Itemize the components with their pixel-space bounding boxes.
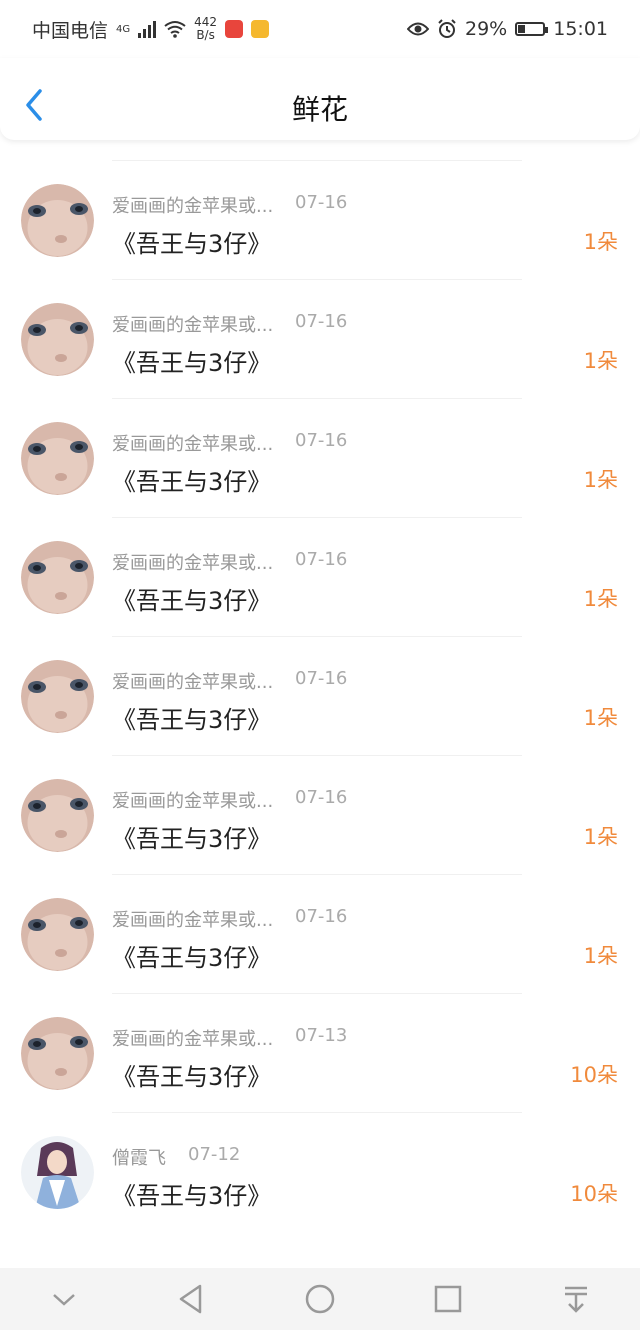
pull-down-icon[interactable] bbox=[559, 1282, 593, 1316]
row-divider bbox=[112, 279, 522, 280]
item-date: 07-16 bbox=[295, 311, 348, 332]
row-divider bbox=[112, 398, 522, 399]
avatar[interactable] bbox=[21, 184, 94, 257]
book-title: 《吾王与3仔》 bbox=[112, 944, 272, 972]
avatar[interactable] bbox=[21, 303, 94, 376]
item-date: 07-16 bbox=[295, 906, 348, 927]
list-item[interactable]: 爱画画的金苹果或... 07-16 《吾王与3仔》 1朵 bbox=[0, 160, 640, 279]
flower-count: 1朵 bbox=[583, 825, 618, 849]
system-nav-bar bbox=[0, 1268, 640, 1330]
signal-icon bbox=[138, 20, 157, 38]
flower-count: 1朵 bbox=[583, 349, 618, 373]
sender-name: 爱画画的金苹果或... bbox=[112, 672, 274, 693]
flower-count: 1朵 bbox=[583, 230, 618, 254]
sender-name: 爱画画的金苹果或... bbox=[112, 315, 274, 336]
sender-name: 爱画画的金苹果或... bbox=[112, 910, 274, 931]
sender-name: 爱画画的金苹果或... bbox=[112, 1029, 274, 1050]
avatar[interactable] bbox=[21, 1017, 94, 1090]
sender-name: 爱画画的金苹果或... bbox=[112, 196, 274, 217]
avatar[interactable] bbox=[21, 541, 94, 614]
item-date: 07-16 bbox=[295, 549, 348, 570]
avatar[interactable] bbox=[21, 898, 94, 971]
book-title: 《吾王与3仔》 bbox=[112, 1063, 272, 1091]
item-date: 07-16 bbox=[295, 430, 348, 451]
sender-name: 爱画画的金苹果或... bbox=[112, 434, 274, 455]
battery-icon bbox=[515, 22, 549, 36]
book-title: 《吾王与3仔》 bbox=[112, 706, 272, 734]
row-divider bbox=[112, 160, 522, 161]
book-title: 《吾王与3仔》 bbox=[112, 825, 272, 853]
sender-name: 爱画画的金苹果或... bbox=[112, 791, 274, 812]
row-divider bbox=[112, 993, 522, 994]
avatar[interactable] bbox=[21, 1136, 94, 1209]
book-title: 《吾王与3仔》 bbox=[112, 468, 272, 496]
sender-name: 爱画画的金苹果或... bbox=[112, 553, 274, 574]
row-divider bbox=[112, 755, 522, 756]
row-divider bbox=[112, 517, 522, 518]
speed-unit: B/s bbox=[196, 28, 215, 42]
flower-count: 1朵 bbox=[583, 706, 618, 730]
network-speed: 442 B/s bbox=[194, 16, 217, 42]
avatar[interactable] bbox=[21, 422, 94, 495]
list-item[interactable]: 爱画画的金苹果或... 07-13 《吾王与3仔》 10朵 bbox=[0, 993, 640, 1112]
battery-fill bbox=[518, 25, 526, 33]
app-notification-icon bbox=[225, 20, 244, 38]
flower-count: 1朵 bbox=[583, 587, 618, 611]
app-header: 鲜花 bbox=[0, 58, 640, 140]
battery-percent: 29% bbox=[465, 18, 508, 40]
network-type-label: 4G bbox=[116, 23, 131, 35]
item-date: 07-13 bbox=[295, 1025, 348, 1046]
flower-count: 10朵 bbox=[570, 1063, 618, 1087]
avatar[interactable] bbox=[21, 660, 94, 733]
flower-count: 10朵 bbox=[570, 1182, 618, 1206]
row-divider bbox=[112, 636, 522, 637]
item-date: 07-16 bbox=[295, 192, 348, 213]
alarm-icon bbox=[438, 19, 456, 38]
clock: 15:01 bbox=[553, 18, 608, 40]
mail-notification-icon bbox=[251, 20, 270, 38]
eye-icon bbox=[407, 22, 429, 36]
item-date: 07-12 bbox=[188, 1144, 241, 1165]
home-circle-icon[interactable] bbox=[303, 1282, 337, 1316]
status-right: 29% 15:01 bbox=[407, 18, 608, 40]
sender-name: 僧霞飞 bbox=[112, 1148, 166, 1169]
chevron-down-icon[interactable] bbox=[47, 1282, 81, 1316]
recents-square-icon[interactable] bbox=[431, 1282, 465, 1316]
list-item[interactable]: 爱画画的金苹果或... 07-16 《吾王与3仔》 1朵 bbox=[0, 755, 640, 874]
book-title: 《吾王与3仔》 bbox=[112, 230, 272, 258]
list-item[interactable]: 爱画画的金苹果或... 07-16 《吾王与3仔》 1朵 bbox=[0, 636, 640, 755]
row-divider bbox=[112, 1112, 522, 1113]
page-title: 鲜花 bbox=[291, 93, 348, 126]
item-date: 07-16 bbox=[295, 668, 348, 689]
flower-list: 爱画画的金苹果或... 07-16 《吾王与3仔》 1朵 爱画画的金苹果或... 07-1… bbox=[0, 160, 640, 1231]
row-divider bbox=[112, 874, 522, 875]
status-bar: 中国电信 4G 442 B/s 29% 15:01 bbox=[0, 0, 640, 58]
wifi-icon bbox=[164, 21, 186, 38]
list-item[interactable]: 爱画画的金苹果或... 07-16 《吾王与3仔》 1朵 bbox=[0, 279, 640, 398]
flower-count: 1朵 bbox=[583, 944, 618, 968]
flower-count: 1朵 bbox=[583, 468, 618, 492]
book-title: 《吾王与3仔》 bbox=[112, 587, 272, 615]
status-left: 中国电信 4G 442 B/s bbox=[32, 16, 270, 43]
item-date: 07-16 bbox=[295, 787, 348, 808]
list-item[interactable]: 爱画画的金苹果或... 07-16 《吾王与3仔》 1朵 bbox=[0, 517, 640, 636]
book-title: 《吾王与3仔》 bbox=[112, 1182, 272, 1210]
book-title: 《吾王与3仔》 bbox=[112, 349, 272, 377]
carrier-label: 中国电信 bbox=[32, 19, 109, 42]
list-item[interactable]: 爱画画的金苹果或... 07-16 《吾王与3仔》 1朵 bbox=[0, 398, 640, 517]
avatar[interactable] bbox=[21, 779, 94, 852]
list-item[interactable]: 僧霞飞 07-12 《吾王与3仔》 10朵 bbox=[0, 1112, 640, 1231]
back-triangle-icon[interactable] bbox=[175, 1282, 209, 1316]
speed-value: 442 bbox=[194, 15, 218, 29]
list-item[interactable]: 爱画画的金苹果或... 07-16 《吾王与3仔》 1朵 bbox=[0, 874, 640, 993]
